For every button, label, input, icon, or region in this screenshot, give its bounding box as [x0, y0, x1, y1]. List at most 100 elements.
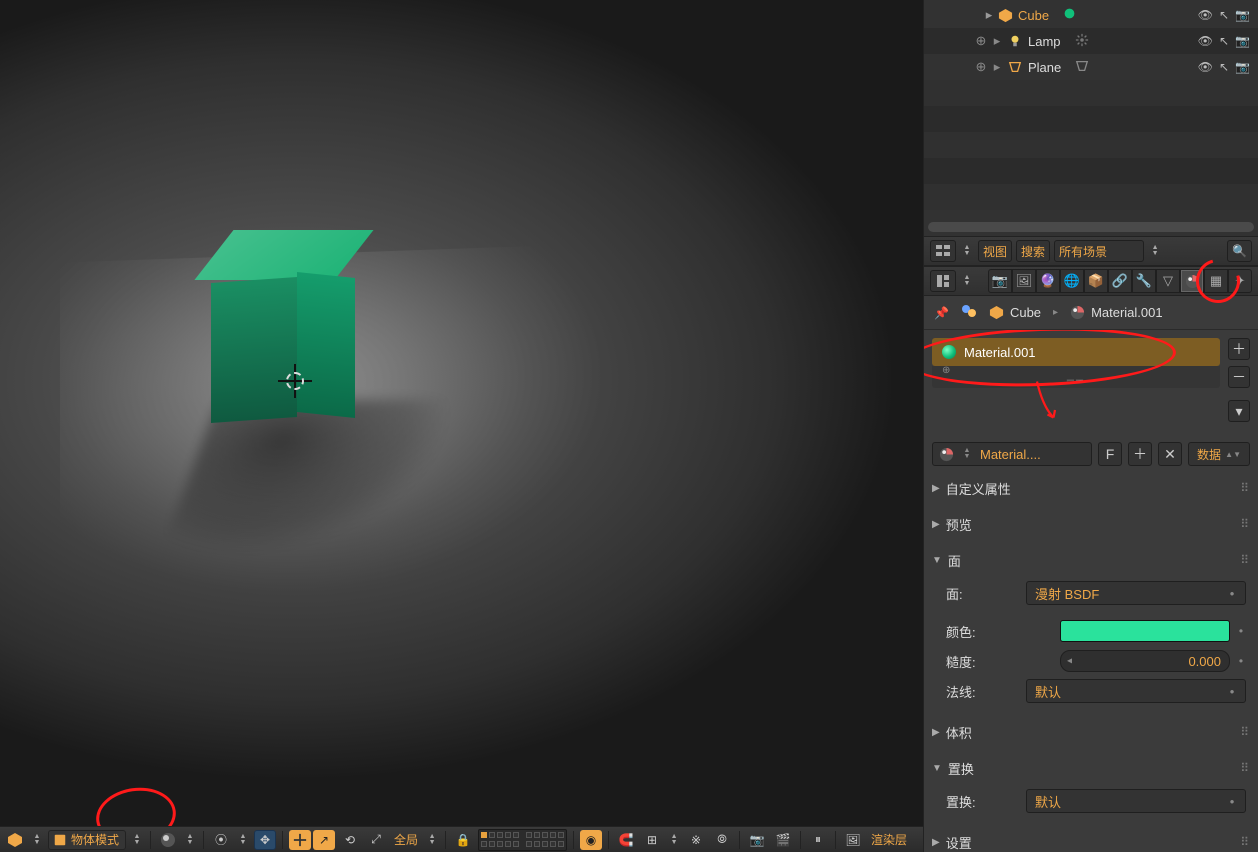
- tab-scene[interactable]: 🔮: [1036, 269, 1060, 293]
- snap-toggle[interactable]: 🧲: [615, 830, 637, 850]
- snap-element[interactable]: ⊞: [641, 830, 663, 850]
- proportional-toggle[interactable]: ◉: [580, 830, 602, 850]
- slot-resize-grip[interactable]: ══: [932, 374, 1220, 388]
- panel-volume[interactable]: ▶ 体积 ⠿: [932, 718, 1250, 746]
- eye-icon[interactable]: 👁: [1198, 34, 1213, 48]
- tab-material[interactable]: [1180, 269, 1204, 293]
- outliner-editor-type-icon[interactable]: [930, 240, 956, 262]
- node-socket-icon[interactable]: •: [1236, 624, 1246, 638]
- node-socket-icon[interactable]: •: [1227, 684, 1237, 699]
- mode-dropdown[interactable]: 物体模式: [48, 830, 126, 850]
- grip-icon[interactable]: ⠿: [1240, 553, 1250, 567]
- color-swatch[interactable]: [1060, 620, 1230, 642]
- expand-icon[interactable]: ▸: [982, 7, 996, 23]
- panel-preview[interactable]: ▶ 预览 ⠿: [932, 510, 1250, 538]
- filter-arrows[interactable]: ▲▼: [1148, 241, 1162, 261]
- camera-render-icon[interactable]: 📷: [1235, 8, 1250, 22]
- tab-data[interactable]: ▽: [1156, 269, 1180, 293]
- tab-constraints[interactable]: 🔗: [1108, 269, 1132, 293]
- unlink-material-button[interactable]: ✕: [1158, 442, 1182, 466]
- cursor-icon[interactable]: ↖: [1219, 8, 1229, 22]
- shading-arrows[interactable]: ▲▼: [183, 830, 197, 850]
- normal-dropdown[interactable]: 默认 •: [1026, 679, 1246, 703]
- opengl-render-icon[interactable]: 📷: [746, 830, 768, 850]
- panel-surface[interactable]: ▼ 面 ⠿: [932, 546, 1250, 574]
- viewport-3d[interactable]: ▲▼ 物体模式 ▲▼ ▲▼ ⦿ ▲▼ ✥ ↗ ⟲ ⤢ 全局 ▲▼ 🔒: [0, 0, 923, 852]
- renderlayer-dropdown[interactable]: 渲染层: [868, 830, 910, 850]
- pivot-extra[interactable]: ✥: [254, 830, 276, 850]
- outliner-row-cube[interactable]: ▸ Cube 👁 ↖ 📷: [924, 2, 1258, 28]
- renderlayer-icon[interactable]: 🖼: [842, 830, 864, 850]
- camera-render-icon[interactable]: 📷: [1235, 34, 1250, 48]
- panel-displacement[interactable]: ▼ 置换 ⠿: [932, 754, 1250, 782]
- outliner-scrollbar[interactable]: [928, 222, 1254, 232]
- node-socket-icon[interactable]: •: [1227, 794, 1237, 809]
- grip-icon[interactable]: ⠿: [1240, 761, 1250, 775]
- node-socket-icon[interactable]: •: [1236, 654, 1246, 668]
- shading-dropdown[interactable]: [157, 830, 179, 850]
- outliner-tree[interactable]: ▸ Cube 👁 ↖ 📷 ⊕ ▸ Lamp: [924, 0, 1258, 216]
- displacement-dropdown[interactable]: 默认 •: [1026, 789, 1246, 813]
- fake-user-button[interactable]: F: [1098, 442, 1122, 466]
- material-id-browse[interactable]: ▲▼ Material....: [932, 442, 1092, 466]
- expand-icon[interactable]: ⊕: [974, 33, 988, 49]
- orientation-arrows[interactable]: ▲▼: [425, 830, 439, 850]
- outliner-view-menu[interactable]: 视图: [978, 240, 1012, 262]
- node-socket-icon[interactable]: •: [1227, 586, 1237, 601]
- tab-object[interactable]: 📦: [1084, 269, 1108, 293]
- grip-icon[interactable]: ⠿: [1240, 481, 1250, 495]
- grip-icon[interactable]: ⠿: [1240, 835, 1250, 849]
- pivot-arrows[interactable]: ▲▼: [236, 830, 250, 850]
- material-slot-active[interactable]: Material.001: [932, 338, 1220, 366]
- eye-icon[interactable]: 👁: [1198, 8, 1213, 22]
- material-slot-noderef-icon[interactable]: ⊕: [932, 366, 1220, 374]
- pin-icon[interactable]: 📌: [934, 306, 949, 320]
- roughness-field[interactable]: 0.000: [1060, 650, 1230, 672]
- pivot-dropdown[interactable]: ⦿: [210, 830, 232, 850]
- tab-modifiers[interactable]: 🔧: [1132, 269, 1156, 293]
- editor-type-arrows[interactable]: ▲▼: [30, 830, 44, 850]
- pause-icon[interactable]: ⏸: [807, 830, 829, 850]
- camera-render-icon[interactable]: 📷: [1235, 60, 1250, 74]
- editor-type-icon[interactable]: [4, 830, 26, 850]
- expand-icon[interactable]: ⊕: [974, 59, 988, 75]
- eye-icon[interactable]: 👁: [1198, 60, 1213, 74]
- breadcrumb-material[interactable]: Material.001: [1070, 305, 1163, 320]
- manipulator-translate[interactable]: ↗: [313, 830, 335, 850]
- material-link-dropdown[interactable]: 数据 ▲▼: [1188, 442, 1250, 466]
- orientation-dropdown[interactable]: 全局: [391, 830, 421, 850]
- grip-icon[interactable]: ⠿: [1240, 725, 1250, 739]
- slot-specials-button[interactable]: ▾: [1228, 400, 1250, 422]
- outliner-search-icon[interactable]: 🔍: [1227, 240, 1252, 262]
- outliner-row-lamp[interactable]: ⊕ ▸ Lamp 👁 ↖ 📷: [924, 28, 1258, 54]
- surface-shader-dropdown[interactable]: 漫射 BSDF •: [1026, 581, 1246, 605]
- outliner-search-menu[interactable]: 搜索: [1016, 240, 1050, 262]
- manipulator-scale[interactable]: ⤢: [365, 830, 387, 850]
- manipulator-toggle[interactable]: [289, 830, 311, 850]
- outliner-filter-dropdown[interactable]: 所有场景: [1054, 240, 1144, 262]
- snap-arrows[interactable]: ▲▼: [667, 830, 681, 850]
- properties-editor-arrows[interactable]: ▲▼: [960, 271, 974, 291]
- tab-render[interactable]: 📷: [988, 269, 1012, 293]
- grip-icon[interactable]: ⠿: [1240, 517, 1250, 531]
- properties-editor-type-icon[interactable]: [930, 270, 956, 292]
- slot-add-button[interactable]: ＋: [1228, 338, 1250, 360]
- snap-target-icon[interactable]: ※: [685, 830, 707, 850]
- new-material-button[interactable]: ＋: [1128, 442, 1152, 466]
- opengl-anim-icon[interactable]: 🎬: [772, 830, 794, 850]
- outliner-editor-arrows[interactable]: ▲▼: [960, 241, 974, 261]
- manipulator-rotate[interactable]: ⟲: [339, 830, 361, 850]
- mode-arrows[interactable]: ▲▼: [130, 830, 144, 850]
- tab-world[interactable]: 🌐: [1060, 269, 1084, 293]
- layer-buttons[interactable]: [478, 829, 567, 851]
- layers-lock-icon[interactable]: 🔒: [452, 830, 474, 850]
- breadcrumb-cube[interactable]: Cube: [989, 305, 1041, 320]
- tab-render-layers[interactable]: 🖼: [1012, 269, 1036, 293]
- tab-texture[interactable]: ▦: [1204, 269, 1228, 293]
- panel-settings[interactable]: ▶ 设置 ⠿: [932, 828, 1250, 852]
- tab-particles[interactable]: ✦: [1228, 269, 1252, 293]
- snap-closest-icon[interactable]: ⦾: [711, 830, 733, 850]
- cursor-icon[interactable]: ↖: [1219, 60, 1229, 74]
- slot-remove-button[interactable]: －: [1228, 366, 1250, 388]
- cursor-icon[interactable]: ↖: [1219, 34, 1229, 48]
